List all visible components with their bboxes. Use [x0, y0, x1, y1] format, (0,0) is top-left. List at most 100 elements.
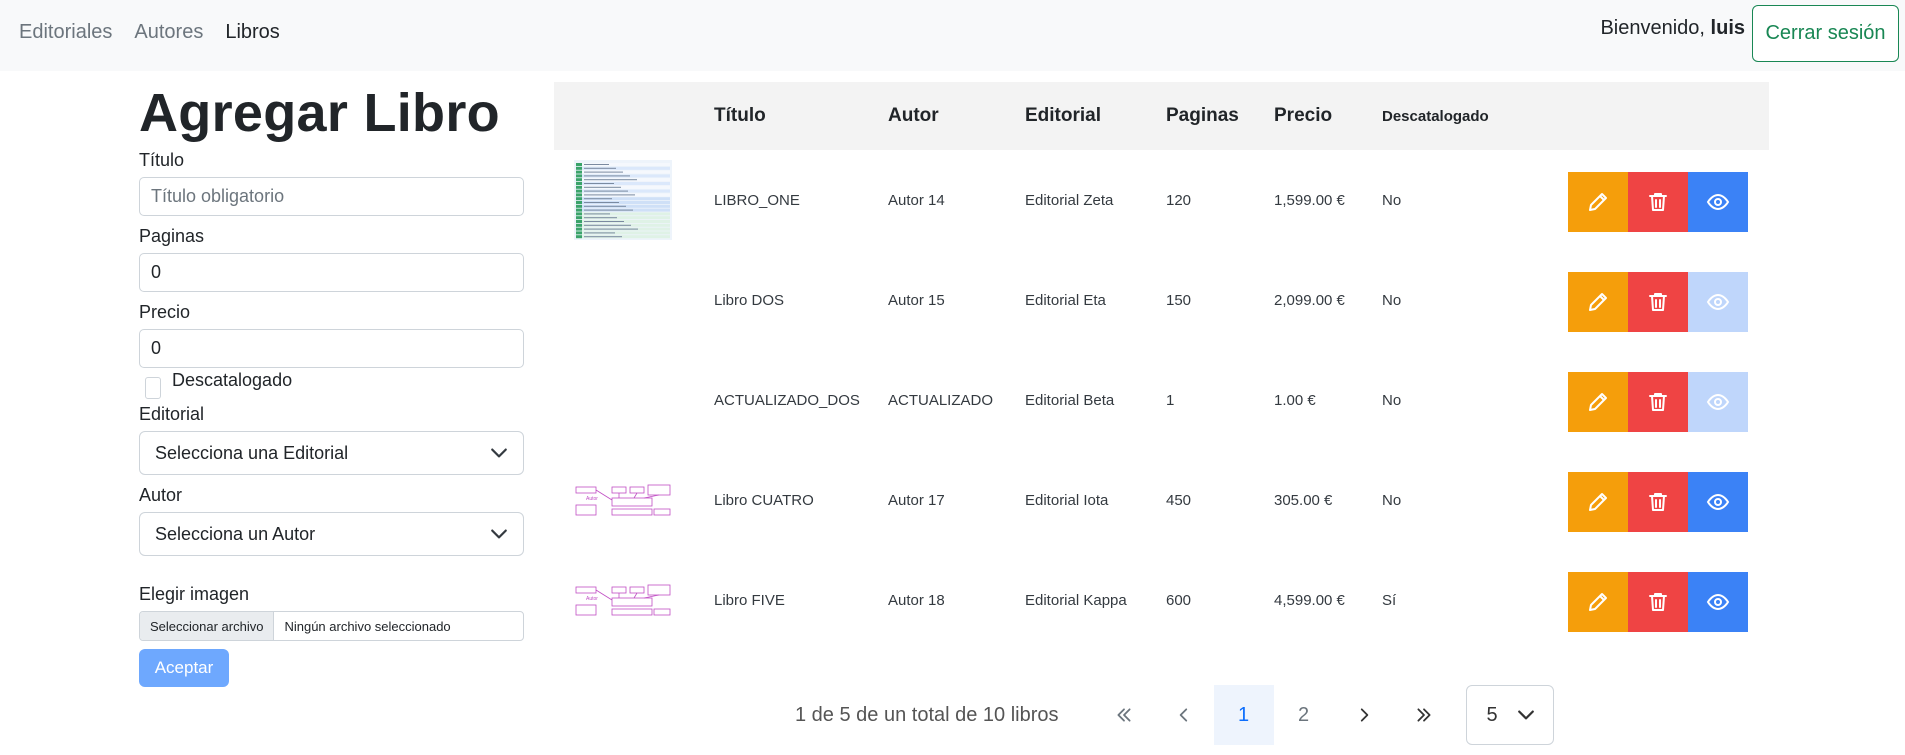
- table-row: LIBRO_ONE Autor 14 Editorial Zeta 120 1,599.…: [554, 150, 1769, 250]
- edit-button[interactable]: [1568, 172, 1628, 232]
- titulo-input[interactable]: Título obligatorio: [139, 177, 524, 216]
- trash-icon: [1649, 193, 1667, 211]
- nav-link-autores[interactable]: Autores: [134, 21, 203, 44]
- page-size-value: 5: [1486, 703, 1498, 726]
- header-autor: Autor: [888, 105, 939, 126]
- cell-editorial: Editorial Eta: [1025, 291, 1106, 309]
- cell-editorial: Editorial Zeta: [1025, 191, 1114, 209]
- file-input[interactable]: Seleccionar archivo Ningún archivo selec…: [139, 611, 524, 641]
- pencil-icon: [1589, 193, 1607, 211]
- autor-select[interactable]: Selecciona un Autor: [139, 512, 524, 556]
- titulo-label: Título: [139, 150, 185, 170]
- row-actions: [1568, 372, 1748, 432]
- delete-button[interactable]: [1628, 172, 1688, 232]
- nav-link-editoriales[interactable]: Editoriales: [19, 21, 112, 44]
- file-status: Ningún archivo seleccionado: [284, 618, 451, 634]
- table-row: Autor Libro FIVE Autor 18 Editorial Kappa 60…: [554, 550, 1769, 650]
- navbar: Editoriales Autores Libros Bienvenido, l…: [0, 0, 1905, 71]
- double-chevron-left-icon: [1117, 708, 1131, 722]
- last-page-button[interactable]: [1394, 685, 1454, 745]
- edit-button[interactable]: [1568, 472, 1628, 532]
- prev-page-button[interactable]: [1154, 685, 1214, 745]
- delete-button[interactable]: [1628, 472, 1688, 532]
- cell-paginas: 600: [1166, 591, 1192, 609]
- pencil-icon: [1589, 293, 1607, 311]
- paginas-input[interactable]: 0: [139, 253, 524, 292]
- cell-precio: 2,099.00 €: [1274, 291, 1345, 309]
- delete-button[interactable]: [1628, 372, 1688, 432]
- nav-link-libros[interactable]: Libros: [225, 21, 279, 44]
- eye-icon: [1706, 293, 1730, 311]
- cell-paginas: 120: [1166, 191, 1192, 209]
- cell-descatalogado: No: [1382, 491, 1402, 509]
- paginas-label: Paginas: [139, 226, 205, 246]
- book-thumbnail: Autor: [575, 484, 671, 516]
- chevron-down-icon: [491, 529, 507, 539]
- logout-button[interactable]: Cerrar sesión: [1752, 5, 1899, 62]
- view-button[interactable]: [1688, 372, 1748, 432]
- books-table: Título Autor Editorial Paginas Precio De…: [554, 82, 1769, 650]
- choose-file-button[interactable]: Seleccionar archivo: [140, 612, 275, 640]
- cell-autor: ACTUALIZADO: [888, 391, 994, 409]
- row-actions: [1568, 272, 1748, 332]
- header-paginas: Paginas: [1166, 105, 1239, 126]
- cell-precio: 1,599.00 €: [1274, 191, 1345, 209]
- cell-precio: 4,599.00 €: [1274, 591, 1345, 609]
- cell-descatalogado: No: [1382, 291, 1402, 309]
- cell-autor: Autor 17: [888, 491, 945, 509]
- cell-titulo: Libro FIVE: [714, 591, 785, 609]
- cell-precio: 305.00 €: [1274, 491, 1333, 509]
- pagination-info: 1 de 5 de un total de 10 libros: [795, 703, 1059, 726]
- row-actions: [1568, 472, 1748, 532]
- header-descatalogado: Descatalogado: [1382, 107, 1489, 125]
- cell-titulo: Libro CUATRO: [714, 491, 814, 509]
- row-actions: [1568, 572, 1748, 632]
- trash-icon: [1649, 293, 1667, 311]
- view-button[interactable]: [1688, 272, 1748, 332]
- first-page-button[interactable]: [1094, 685, 1154, 745]
- view-button[interactable]: [1688, 472, 1748, 532]
- chevron-left-icon: [1179, 708, 1187, 722]
- view-button[interactable]: [1688, 572, 1748, 632]
- add-book-form: Agregar Libro Título Título obligatorio …: [139, 82, 525, 687]
- edit-button[interactable]: [1568, 272, 1628, 332]
- table-body: LIBRO_ONE Autor 14 Editorial Zeta 120 1,599.…: [554, 150, 1769, 650]
- thumbnail-cell: [554, 360, 714, 440]
- descatalogado-checkbox[interactable]: [145, 377, 161, 399]
- editorial-select[interactable]: Selecciona una Editorial: [139, 431, 524, 475]
- svg-text:Autor: Autor: [586, 596, 598, 602]
- cell-titulo: ACTUALIZADO_DOS: [714, 391, 860, 409]
- delete-button[interactable]: [1628, 272, 1688, 332]
- cell-paginas: 450: [1166, 491, 1192, 509]
- thumbnail-cell: [554, 160, 714, 240]
- book-thumbnail: Autor: [575, 584, 671, 616]
- thumbnail-cell: Autor: [554, 460, 714, 540]
- cell-titulo: Libro DOS: [714, 291, 785, 309]
- delete-button[interactable]: [1628, 572, 1688, 632]
- header-editorial: Editorial: [1025, 105, 1102, 126]
- submit-button[interactable]: Aceptar: [139, 649, 229, 687]
- page-size-select[interactable]: 5: [1465, 685, 1554, 745]
- pencil-icon: [1589, 393, 1607, 411]
- view-button[interactable]: [1688, 172, 1748, 232]
- chevron-right-icon: [1360, 708, 1368, 722]
- cell-paginas: 150: [1166, 291, 1192, 309]
- autor-label: Autor: [139, 485, 183, 505]
- svg-text:Autor: Autor: [586, 496, 598, 502]
- edit-button[interactable]: [1568, 372, 1628, 432]
- next-page-button[interactable]: [1334, 685, 1394, 745]
- editorial-select-value: Selecciona una Editorial: [155, 442, 349, 463]
- thumbnail-cell: [554, 260, 714, 340]
- trash-icon: [1649, 393, 1667, 411]
- precio-input[interactable]: 0: [139, 329, 524, 368]
- page-button-2[interactable]: 2: [1274, 685, 1334, 745]
- cell-precio: 1.00 €: [1274, 391, 1316, 409]
- cell-descatalogado: No: [1382, 191, 1402, 209]
- chevron-down-icon: [1517, 710, 1534, 720]
- descatalogado-label: Descatalogado: [172, 369, 293, 390]
- pencil-icon: [1589, 493, 1607, 511]
- imagen-label: Elegir imagen: [139, 584, 250, 604]
- edit-button[interactable]: [1568, 572, 1628, 632]
- welcome-prefix: Bienvenido,: [1600, 17, 1705, 39]
- page-button-1[interactable]: 1: [1213, 685, 1274, 745]
